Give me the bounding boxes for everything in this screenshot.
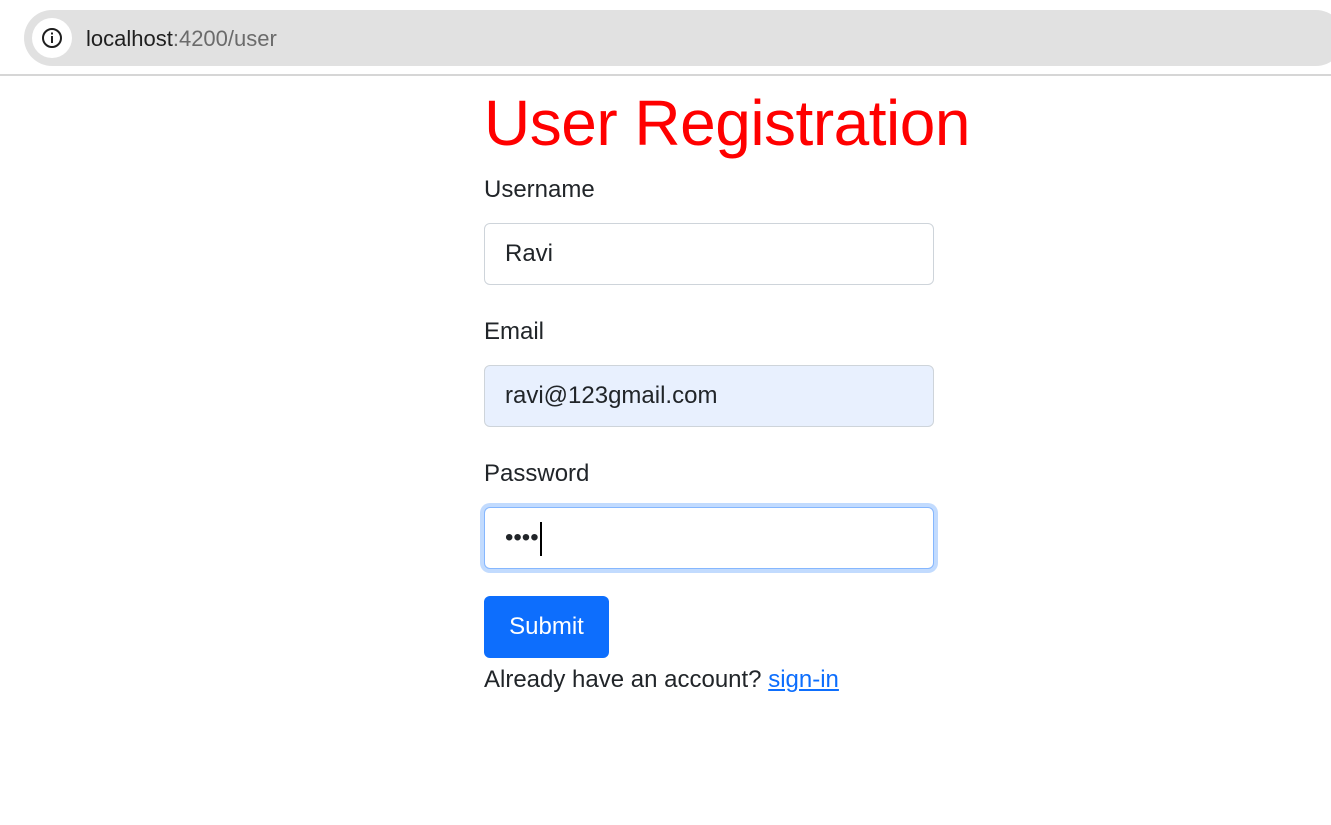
email-input[interactable]: ravi@123gmail.com (484, 365, 934, 427)
url-host: localhost (86, 26, 173, 51)
page-title: User Registration (484, 87, 970, 159)
username-input[interactable]: Ravi (484, 223, 934, 285)
signin-link[interactable]: sign-in (768, 666, 839, 693)
text-caret (539, 521, 542, 556)
url-path: :4200/user (172, 26, 277, 51)
email-label: Email (484, 318, 545, 345)
password-label: Password (484, 460, 590, 487)
address-bar[interactable]: localhost:4200/user (24, 10, 1331, 66)
signin-prompt: Already have an account? sign-in (484, 664, 839, 696)
username-label: Username (484, 176, 595, 203)
submit-button[interactable]: Submit (484, 596, 609, 658)
password-masked-value: •••• (505, 524, 539, 551)
url-text[interactable]: localhost:4200/user (86, 26, 277, 52)
site-info-icon[interactable] (32, 18, 72, 58)
account-prompt-text: Already have an account? (484, 666, 762, 693)
browser-toolbar: localhost:4200/user (0, 0, 1331, 76)
registration-form: User Registration Username Ravi Email ra… (484, 84, 1004, 693)
password-input[interactable]: •••• (484, 507, 934, 569)
